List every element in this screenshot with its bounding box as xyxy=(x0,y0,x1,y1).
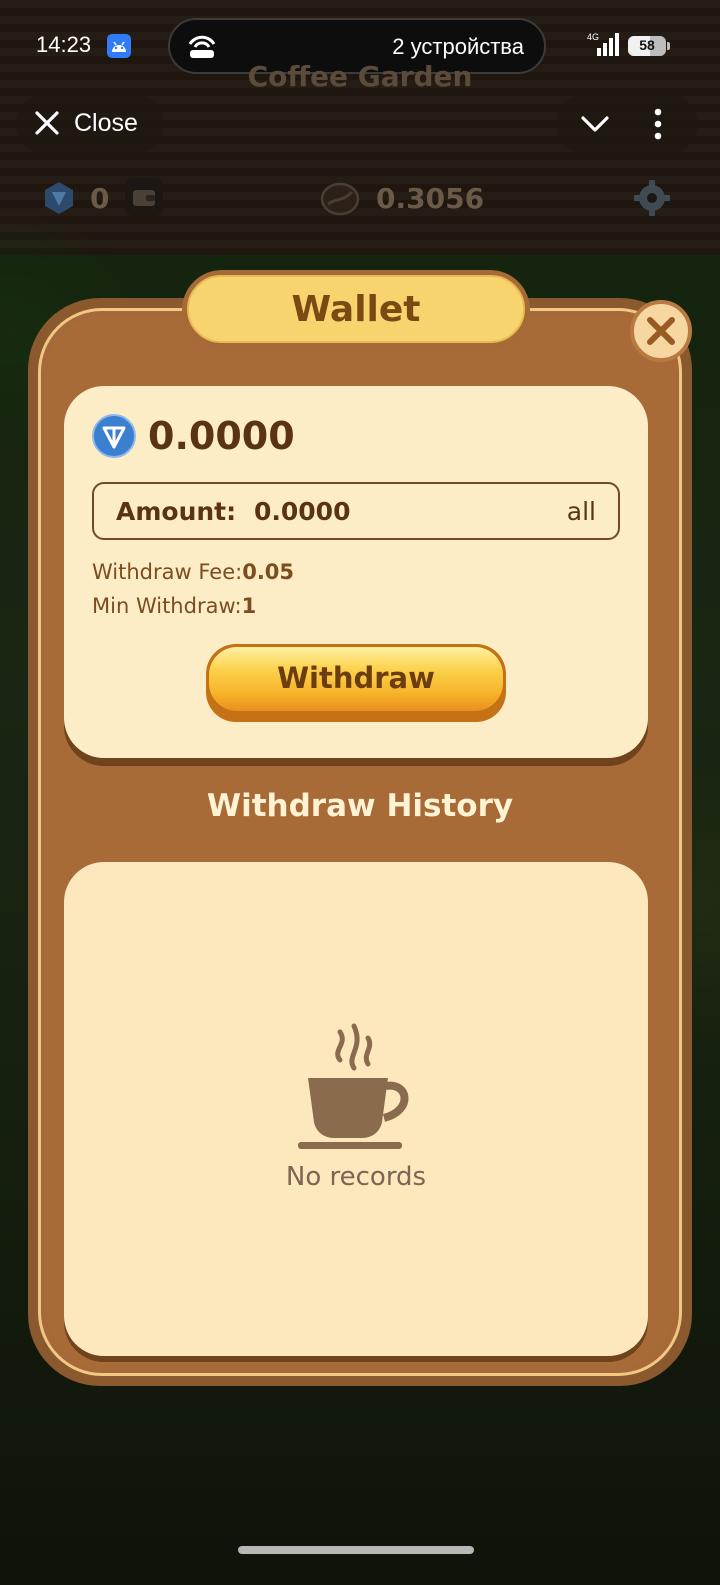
cellular-signal-icon: 4G xyxy=(587,32,619,56)
wallet-icon xyxy=(133,190,155,206)
network-type: 4G xyxy=(587,32,599,42)
fee-value: 0.05 xyxy=(242,560,295,584)
ton-balance-value: 0.0000 xyxy=(148,414,295,458)
balance-card: 0.0000 Amount: 0.0000 all Withdraw Fee:0… xyxy=(64,386,648,758)
cast-devices-icon xyxy=(188,35,216,58)
close-icon xyxy=(35,111,59,135)
withdraw-history-list: No records xyxy=(64,862,648,1356)
ton-gem-icon xyxy=(45,182,73,214)
wallet-title: Wallet xyxy=(291,289,421,330)
close-icon xyxy=(647,317,675,345)
wallet-button[interactable] xyxy=(125,178,163,216)
empty-state-text: No records xyxy=(285,1162,427,1192)
game-title: Coffee Garden xyxy=(247,60,473,93)
min-withdraw: Min Withdraw:1 xyxy=(92,594,256,618)
withdraw-fee: Withdraw Fee:0.05 xyxy=(92,560,294,584)
gear-icon[interactable] xyxy=(632,178,672,218)
coffee-cup-icon xyxy=(298,1023,409,1149)
ton-balance: 0 xyxy=(90,182,110,215)
amount-value: 0.0000 xyxy=(254,497,351,526)
close-label: Close xyxy=(74,109,138,137)
status-time: 14:23 xyxy=(36,32,92,57)
ton-coin-icon xyxy=(92,414,136,458)
fee-label: Withdraw Fee: xyxy=(92,560,243,584)
amount-input[interactable]: Amount: 0.0000 all xyxy=(92,482,620,540)
more-vertical-icon[interactable] xyxy=(652,108,664,140)
min-value: 1 xyxy=(241,594,257,618)
chevron-down-icon[interactable] xyxy=(580,112,610,136)
battery-icon: 58 xyxy=(628,36,666,56)
coffee-bean-icon xyxy=(320,182,360,216)
amount-label: Amount: xyxy=(116,497,237,526)
close-button[interactable]: Close xyxy=(16,94,164,154)
menu-pill xyxy=(556,94,698,154)
beans-balance: 0.3056 xyxy=(376,182,485,215)
all-button[interactable]: all xyxy=(567,497,596,526)
min-label: Min Withdraw: xyxy=(92,594,242,618)
battery-percent: 58 xyxy=(639,37,655,53)
home-indicator[interactable] xyxy=(238,1546,474,1554)
withdraw-history-title: Withdraw History xyxy=(206,788,514,824)
battery-cap xyxy=(667,42,670,50)
android-notification-icon xyxy=(107,34,131,58)
withdraw-button[interactable]: Withdraw xyxy=(206,644,506,722)
modal-close-button[interactable] xyxy=(630,300,692,362)
withdraw-button-label: Withdraw xyxy=(277,661,435,695)
wallet-title-plate: Wallet xyxy=(187,275,525,343)
island-text: 2 устройства xyxy=(392,34,524,59)
resource-bar: 0 0.3056 xyxy=(0,170,720,230)
withdraw-button-face: Withdraw xyxy=(209,647,503,711)
